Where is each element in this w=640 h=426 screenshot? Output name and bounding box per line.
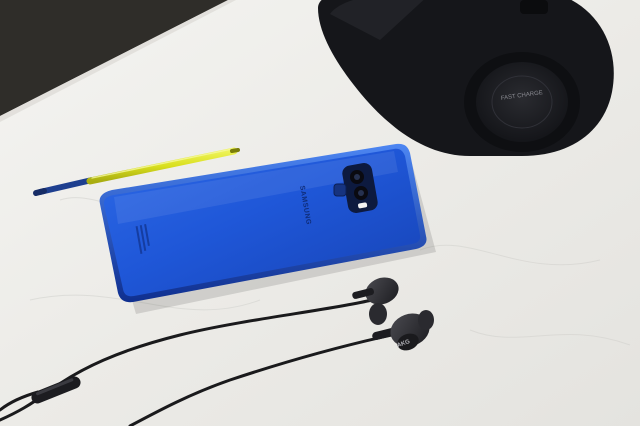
- ear-tip-lower: [418, 310, 434, 330]
- ear-tip-upper: [369, 303, 387, 325]
- charging-pad: [476, 62, 568, 142]
- fingerprint-sensor: [333, 183, 347, 197]
- charger-cable-plug: [520, 0, 548, 14]
- photo-scene: FAST CHARGE SAMSUNG AKG: [0, 0, 640, 426]
